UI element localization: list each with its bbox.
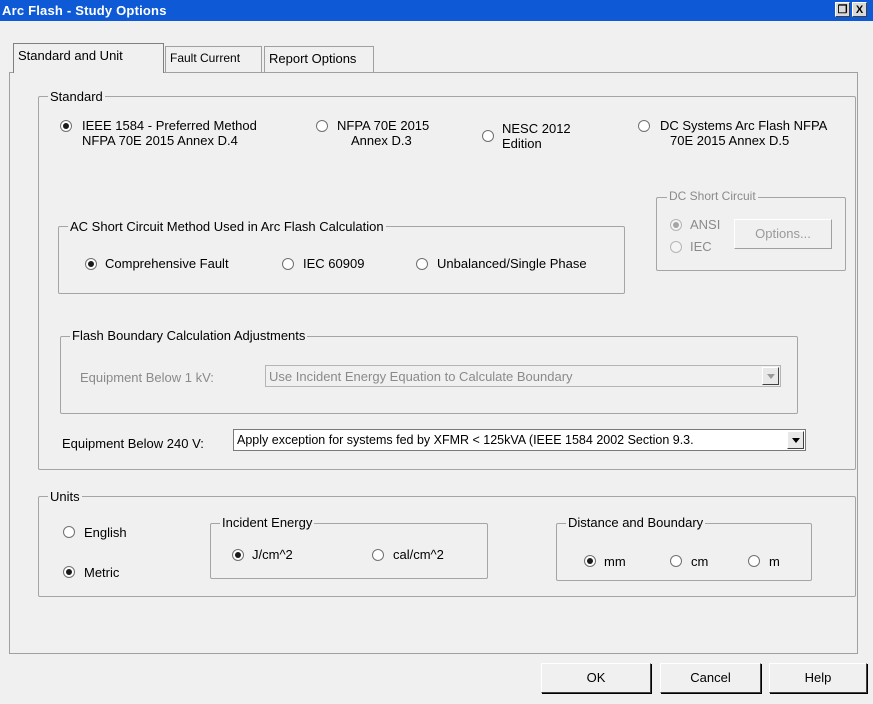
tab-standard-and-unit[interactable]: Standard and Unit (13, 43, 164, 73)
distance-mm-radio[interactable] (584, 555, 596, 567)
chevron-down-icon[interactable] (762, 367, 779, 385)
energy-jcm2-radio[interactable] (232, 549, 244, 561)
ac-comprehensive-label[interactable]: Comprehensive Fault (105, 256, 229, 271)
distance-m-radio[interactable] (748, 555, 760, 567)
dc-iec-radio[interactable] (670, 241, 682, 253)
ac-iec60909-radio[interactable] (282, 258, 294, 270)
ac-unbalanced-radio[interactable] (416, 258, 428, 270)
standard-nfpa70e-label-line2[interactable]: Annex D.3 (351, 133, 412, 148)
energy-jcm2-label[interactable]: J/cm^2 (252, 547, 293, 562)
standard-ieee1584-radio[interactable] (60, 120, 72, 132)
restore-button[interactable]: ❐ (835, 2, 850, 17)
distance-boundary-legend: Distance and Boundary (566, 515, 706, 530)
equipment-below-1kv-select[interactable]: Use Incident Energy Equation to Calculat… (265, 365, 781, 387)
tab-report-options[interactable]: Report Options (264, 46, 374, 72)
help-button[interactable]: Help (769, 663, 867, 693)
energy-calcm2-radio[interactable] (372, 549, 384, 561)
standard-dc-systems-label-line2[interactable]: 70E 2015 Annex D.5 (670, 133, 789, 148)
distance-mm-label[interactable]: mm (604, 554, 626, 569)
energy-calcm2-label[interactable]: cal/cm^2 (393, 547, 444, 562)
standard-nfpa70e-radio[interactable] (316, 120, 328, 132)
distance-boundary-group (556, 523, 812, 581)
incident-energy-legend: Incident Energy (220, 515, 315, 530)
distance-m-label[interactable]: m (769, 554, 780, 569)
distance-cm-radio[interactable] (670, 555, 682, 567)
standard-dc-systems-label-line1[interactable]: DC Systems Arc Flash NFPA (660, 118, 827, 133)
standard-nesc-label-line1[interactable]: NESC 2012 (502, 121, 571, 136)
standard-nesc-radio[interactable] (482, 130, 494, 142)
dc-short-circuit-legend: DC Short Circuit (667, 189, 758, 203)
standard-legend: Standard (48, 89, 105, 104)
ac-comprehensive-radio[interactable] (85, 258, 97, 270)
dc-ansi-radio[interactable] (670, 219, 682, 231)
distance-cm-label[interactable]: cm (691, 554, 708, 569)
dc-options-button[interactable]: Options... (734, 219, 832, 249)
equipment-below-1kv-label: Equipment Below 1 kV: (80, 370, 214, 385)
flash-boundary-legend: Flash Boundary Calculation Adjustments (70, 328, 308, 343)
standard-nfpa70e-label-line1[interactable]: NFPA 70E 2015 (337, 118, 429, 133)
cancel-button[interactable]: Cancel (660, 663, 761, 693)
ac-unbalanced-label[interactable]: Unbalanced/Single Phase (437, 256, 587, 271)
ac-method-legend: AC Short Circuit Method Used in Arc Flas… (68, 219, 386, 234)
units-metric-radio[interactable] (63, 566, 75, 578)
equipment-below-240v-label: Equipment Below 240 V: (62, 436, 204, 451)
equipment-below-1kv-value: Use Incident Energy Equation to Calculat… (269, 369, 573, 384)
dc-ansi-label[interactable]: ANSI (690, 217, 720, 232)
title-bar[interactable]: Arc Flash - Study Options ❐ X (0, 0, 873, 21)
close-button[interactable]: X (852, 2, 867, 17)
tab-fault-current[interactable]: Fault Current (165, 46, 262, 72)
standard-nesc-label-line2[interactable]: Edition (502, 136, 542, 151)
units-english-radio[interactable] (63, 526, 75, 538)
standard-ieee1584-label-line1[interactable]: IEEE 1584 - Preferred Method (82, 118, 257, 133)
units-legend: Units (48, 489, 82, 504)
dc-iec-label[interactable]: IEC (690, 239, 712, 254)
standard-dc-systems-radio[interactable] (638, 120, 650, 132)
dialog-window: Arc Flash - Study Options ❐ X Standard a… (0, 0, 873, 704)
ac-iec60909-label[interactable]: IEC 60909 (303, 256, 364, 271)
standard-ieee1584-label-line2[interactable]: NFPA 70E 2015 Annex D.4 (82, 133, 238, 148)
chevron-down-icon[interactable] (787, 431, 804, 449)
window-title: Arc Flash - Study Options (2, 3, 167, 18)
units-english-label[interactable]: English (84, 525, 127, 540)
units-metric-label[interactable]: Metric (84, 565, 119, 580)
ok-button[interactable]: OK (541, 663, 651, 693)
equipment-below-240v-value: Apply exception for systems fed by XFMR … (237, 433, 694, 447)
equipment-below-240v-select[interactable]: Apply exception for systems fed by XFMR … (233, 429, 806, 451)
